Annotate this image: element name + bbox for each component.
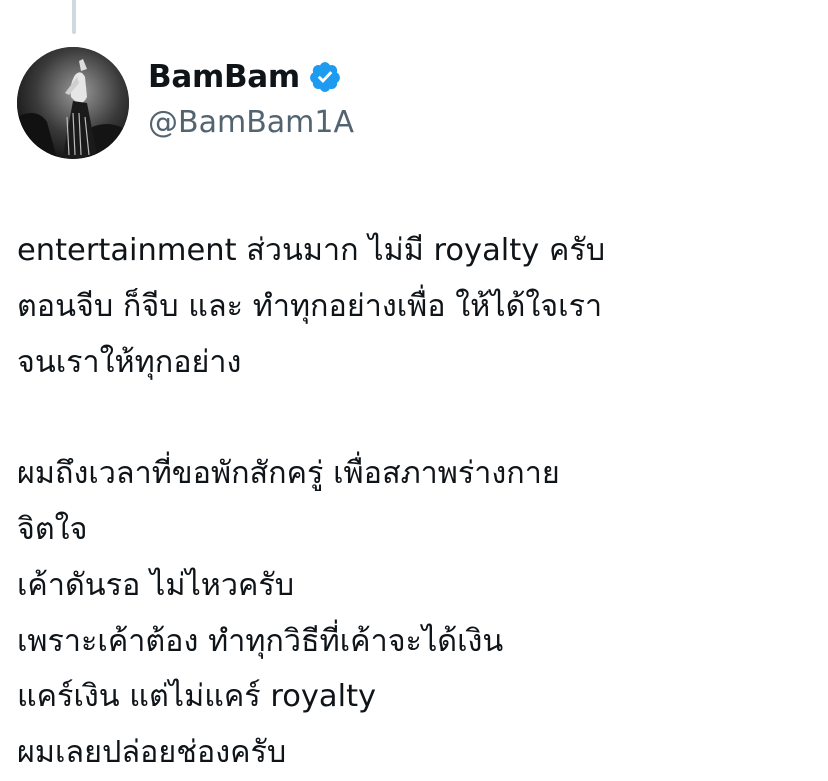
tweet-line: จนเราให้ทุกอย่าง [17, 344, 242, 380]
author-name-row: BamBam [148, 56, 354, 98]
avatar[interactable] [17, 47, 129, 159]
tweet-text: entertainment ส่วนมาก ไม่มี royalty ครับ… [17, 223, 817, 781]
tweet-line: entertainment ส่วนมาก ไม่มี royalty ครับ [17, 233, 606, 268]
tweet-line: ผมเลยปล่อยช่องครับ [17, 735, 287, 771]
tweet-line: จิตใจ [17, 511, 88, 547]
tweet-author-header: BamBam @BamBam1A [148, 56, 354, 144]
avatar-photo [17, 47, 129, 159]
thread-connector-line [72, 0, 76, 34]
author-handle[interactable]: @BamBam1A [148, 102, 354, 144]
author-display-name[interactable]: BamBam [148, 56, 300, 98]
tweet-line: แคร์เงิน แต่ไม่แคร์ royalty [17, 679, 377, 715]
verified-badge-icon[interactable] [308, 60, 342, 94]
tweet-line: ผมถึงเวลาที่ขอพักสักครู่ เพื่อสภาพร่างกา… [17, 456, 560, 492]
tweet-line: เพราะเค้าต้อง ทำทุกวิธีที่เค้าจะได้เงิน [17, 623, 504, 659]
tweet-line: ตอนจีบ ก็จีบ และ ทำทุกอย่างเพื่อ ให้ได้ใ… [17, 288, 603, 324]
tweet-line: เค้าดันรอ ไม่ไหวครับ [17, 567, 295, 603]
